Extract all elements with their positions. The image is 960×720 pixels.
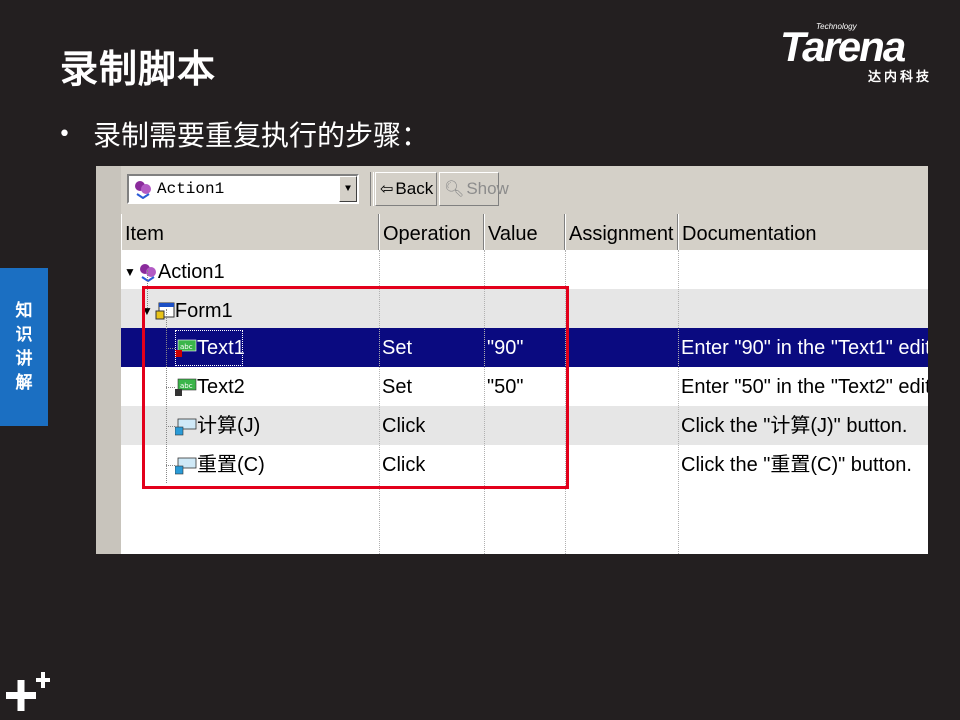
bullet-dot-icon: •: [58, 121, 71, 147]
column-header-operation[interactable]: Operation: [379, 214, 484, 250]
documentation-cell: Click the "计算(J)" button.: [681, 415, 908, 437]
logo-brand: Tarena: [780, 23, 906, 70]
highlight-annotation-box: [142, 286, 569, 489]
tarena-logo: Technology Tarena 达内科技: [780, 22, 945, 85]
action-icon: [135, 181, 151, 199]
show-button[interactable]: 🔍︎ Show: [439, 172, 509, 206]
keyword-view-screenshot: Action1 ▼ ⇦ Back 🔍︎ Show Item Operation …: [96, 166, 928, 554]
keyword-view-toolbar: Action1 ▼ ⇦ Back 🔍︎ Show: [121, 166, 928, 214]
plus-logo-icon: [6, 672, 50, 711]
documentation-cell: Enter "50" in the "Text2" edit box.: [681, 376, 928, 398]
panel-left-bar: [96, 166, 122, 554]
expand-triangle-icon[interactable]: ▼: [124, 252, 136, 289]
side-tab-char: 讲: [15, 349, 33, 369]
back-button-label: Back: [395, 179, 434, 198]
slide-title: 录制脚本: [60, 47, 217, 91]
back-arrow-icon: ⇦: [380, 181, 394, 198]
side-tab-char: 解: [15, 373, 33, 393]
show-button-label: Show: [466, 179, 509, 198]
side-tab-char: 知: [15, 301, 33, 321]
action-select-value: Action1: [157, 180, 225, 198]
item-cell: ▼ Action1: [124, 250, 225, 289]
documentation-cell: Enter "90" in the "Text1" edit box.: [681, 337, 928, 359]
item-label: Action1: [157, 261, 225, 283]
bullet-item: • 录制需要重复执行的步骤：: [58, 114, 429, 154]
column-header-assignment[interactable]: Assignment: [565, 214, 678, 250]
toolbar-separator: [370, 172, 374, 206]
back-button[interactable]: ⇦ Back: [375, 172, 437, 206]
documentation-cell: Click the "重置(C)" button.: [681, 454, 912, 476]
keyword-grid: Item Operation Value Assignment Document…: [121, 214, 928, 554]
column-header-documentation[interactable]: Documentation: [678, 214, 928, 250]
chevron-down-icon[interactable]: ▼: [339, 176, 357, 202]
side-tab-char: 识: [15, 325, 33, 345]
action-select[interactable]: Action1 ▼: [127, 174, 359, 204]
grid-header: Item Operation Value Assignment Document…: [121, 214, 928, 251]
column-header-item[interactable]: Item: [121, 214, 379, 250]
grid-row-action1[interactable]: ▼ Action1: [121, 250, 928, 289]
bullet-text: 录制需要重复执行的步骤：: [92, 119, 429, 152]
column-divider: [678, 250, 679, 554]
show-icon: 🔍︎: [444, 181, 465, 198]
logo-subtitle: 达内科技: [868, 70, 933, 85]
side-tab-knowledge[interactable]: 知 识 讲 解: [0, 268, 48, 426]
column-header-value[interactable]: Value: [484, 214, 565, 250]
